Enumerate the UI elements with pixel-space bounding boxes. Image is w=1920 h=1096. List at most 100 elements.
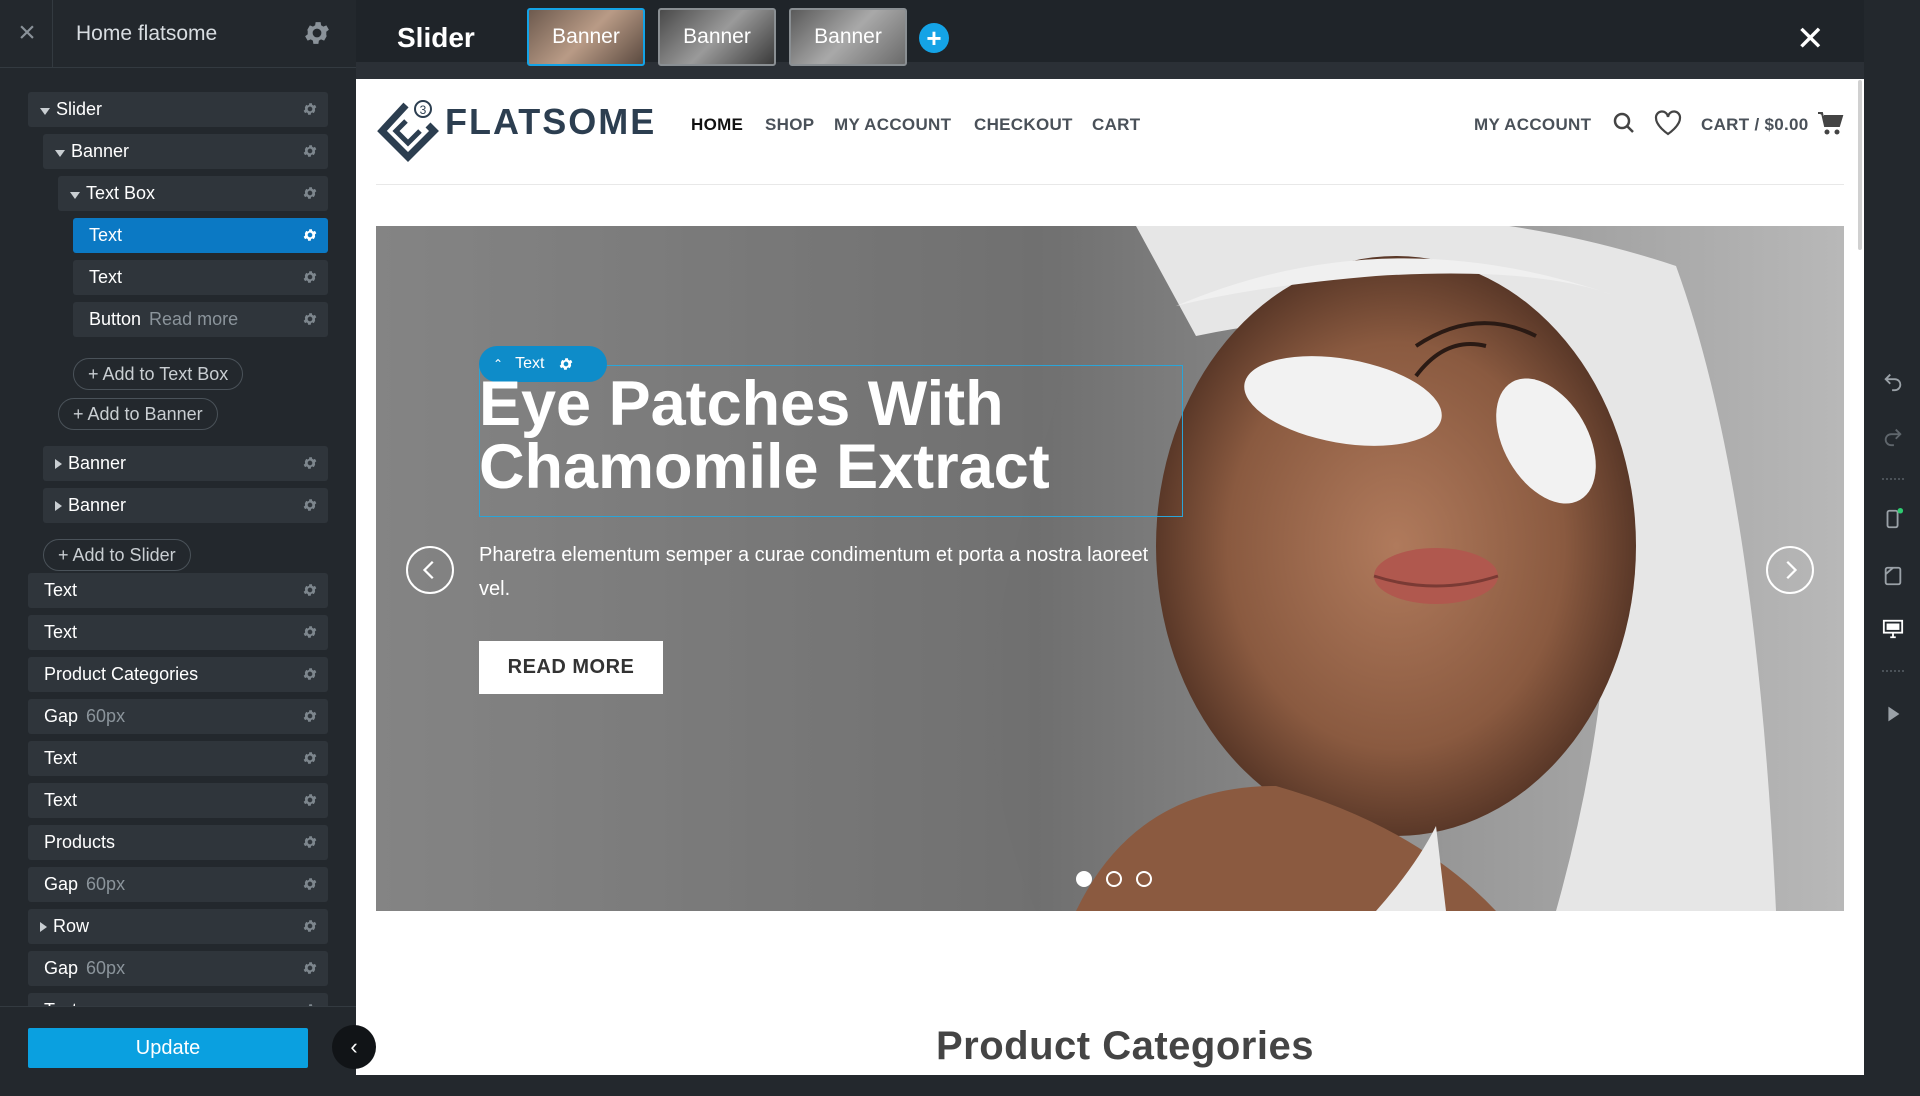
divider <box>1882 478 1904 480</box>
layer-row-gap[interactable]: Gap 60px <box>28 699 328 734</box>
slider-dot-2[interactable] <box>1106 871 1122 887</box>
layer-label: Text <box>28 748 77 769</box>
layer-row-gap[interactable]: Gap 60px <box>28 951 328 986</box>
add-element-button[interactable]: + Add to Banner <box>58 398 218 430</box>
divider <box>1882 670 1904 672</box>
caret-down-icon[interactable] <box>70 192 80 199</box>
desktop-view-icon[interactable] <box>1882 618 1904 640</box>
layer-row-text[interactable]: Text <box>73 260 328 295</box>
search-icon[interactable] <box>1612 111 1636 135</box>
gear-icon[interactable] <box>302 624 318 640</box>
layer-label-text: Gap <box>44 958 79 978</box>
layer-row-text[interactable]: Text <box>28 783 328 818</box>
layer-label: Gap <box>28 706 78 727</box>
gear-icon[interactable] <box>302 792 318 808</box>
nav-cart[interactable]: CART <box>1092 115 1140 135</box>
nav-home[interactable]: HOME <box>691 115 743 135</box>
add-element-button[interactable]: + Add to Slider <box>43 539 191 571</box>
read-more-button[interactable]: READ MORE <box>479 641 663 694</box>
slider-next-arrow[interactable] <box>1766 546 1814 594</box>
play-icon[interactable] <box>1882 703 1904 725</box>
hero-description[interactable]: Pharetra elementum semper a curae condim… <box>479 538 1149 606</box>
gear-icon[interactable] <box>302 101 318 117</box>
banner-thumb-1[interactable]: Banner <box>527 8 645 66</box>
gear-icon[interactable] <box>302 918 318 934</box>
right-toolbar <box>1864 0 1920 1096</box>
nav-shop[interactable]: SHOP <box>765 115 814 135</box>
close-slider-icon[interactable]: ✕ <box>1796 22 1825 56</box>
add-element-button[interactable]: + Add to Text Box <box>73 358 244 390</box>
gear-icon[interactable] <box>302 876 318 892</box>
divider <box>52 0 53 68</box>
layer-label-text: Text <box>44 748 78 768</box>
layer-row-gap[interactable]: Gap 60px <box>28 867 328 902</box>
collapse-sidebar-button[interactable]: ‹ <box>332 1025 376 1069</box>
tablet-view-icon[interactable] <box>1882 565 1904 587</box>
header-account-link[interactable]: MY ACCOUNT <box>1474 115 1591 135</box>
layer-sub-label: 60px <box>86 706 126 726</box>
gear-icon[interactable] <box>302 834 318 850</box>
layer-row-text[interactable]: Text <box>28 741 328 776</box>
layer-row-text[interactable]: Text <box>28 615 328 650</box>
gear-icon[interactable] <box>302 185 318 201</box>
add-banner-button[interactable]: + <box>919 23 949 53</box>
layer-label-text: Text <box>44 580 78 600</box>
banner-thumb-3[interactable]: Banner <box>789 8 907 66</box>
caret-right-icon[interactable] <box>40 922 47 932</box>
page-preview: 3 FLATSOME HOME SHOP MY ACCOUNT CHECKOUT… <box>356 79 1864 1075</box>
layer-row-text[interactable]: Text <box>28 573 328 608</box>
wishlist-heart-icon[interactable] <box>1654 110 1682 136</box>
banner-thumb-label: Banner <box>552 25 620 48</box>
gear-icon[interactable] <box>302 18 332 48</box>
layer-row-products[interactable]: Products <box>28 825 328 860</box>
page-title: Home flatsome <box>76 22 218 45</box>
update-button[interactable]: Update <box>28 1028 308 1068</box>
gear-icon[interactable] <box>302 269 318 285</box>
redo-icon[interactable] <box>1882 425 1904 447</box>
slider-dot-1[interactable] <box>1076 871 1092 887</box>
layer-row-banner[interactable]: Banner <box>43 488 328 523</box>
layer-row-row[interactable]: Row <box>28 909 328 944</box>
slider-dot-3[interactable] <box>1136 871 1152 887</box>
gear-icon[interactable] <box>302 227 318 243</box>
gear-icon[interactable] <box>302 311 318 327</box>
layer-row-text-box[interactable]: Text Box <box>58 176 328 211</box>
layer-row-product-categories[interactable]: Product Categories <box>28 657 328 692</box>
header-cart-link[interactable]: CART / $0.00 <box>1701 115 1809 135</box>
slider-prev-arrow[interactable] <box>406 546 454 594</box>
cart-icon[interactable] <box>1816 109 1844 137</box>
gear-icon[interactable] <box>302 708 318 724</box>
hero-heading[interactable]: Eye Patches With Chamomile Extract <box>479 373 1199 499</box>
layer-label-text: Text Box <box>86 183 156 203</box>
close-icon[interactable]: × <box>14 18 40 48</box>
layer-row-text[interactable]: Text <box>28 993 328 1006</box>
gear-icon[interactable] <box>302 666 318 682</box>
flatsome-logo: 3 <box>377 100 439 162</box>
gear-icon[interactable] <box>302 750 318 766</box>
caret-right-icon[interactable] <box>55 459 62 469</box>
caret-right-icon[interactable] <box>55 501 62 511</box>
layer-row-button[interactable]: Button Read more <box>73 302 328 337</box>
layer-row-text[interactable]: Text <box>73 218 328 253</box>
layer-row-banner[interactable]: Banner <box>43 134 328 169</box>
caret-down-icon[interactable] <box>55 150 65 157</box>
preview-scrollbar[interactable] <box>1858 80 1862 250</box>
layer-tree: Slider Banner Text Box Text Text Button Read m… <box>0 92 356 1006</box>
gear-icon[interactable] <box>302 143 318 159</box>
undo-icon[interactable] <box>1882 370 1904 392</box>
layer-label-text: Text <box>89 225 123 245</box>
layer-label: Gap <box>28 958 78 979</box>
gear-icon[interactable] <box>302 455 318 471</box>
layer-row-slider[interactable]: Slider <box>28 92 328 127</box>
gear-icon[interactable] <box>302 582 318 598</box>
caret-down-icon[interactable] <box>40 108 50 115</box>
gear-icon[interactable] <box>302 960 318 976</box>
layer-label: Banner <box>43 453 126 474</box>
gear-icon[interactable] <box>302 497 318 513</box>
banner-thumb-2[interactable]: Banner <box>658 8 776 66</box>
layer-row-banner[interactable]: Banner <box>43 446 328 481</box>
layer-sub-label: 60px <box>86 874 126 894</box>
nav-checkout[interactable]: CHECKOUT <box>974 115 1073 135</box>
mobile-view-icon[interactable] <box>1882 508 1904 530</box>
nav-my-account[interactable]: MY ACCOUNT <box>834 115 951 135</box>
